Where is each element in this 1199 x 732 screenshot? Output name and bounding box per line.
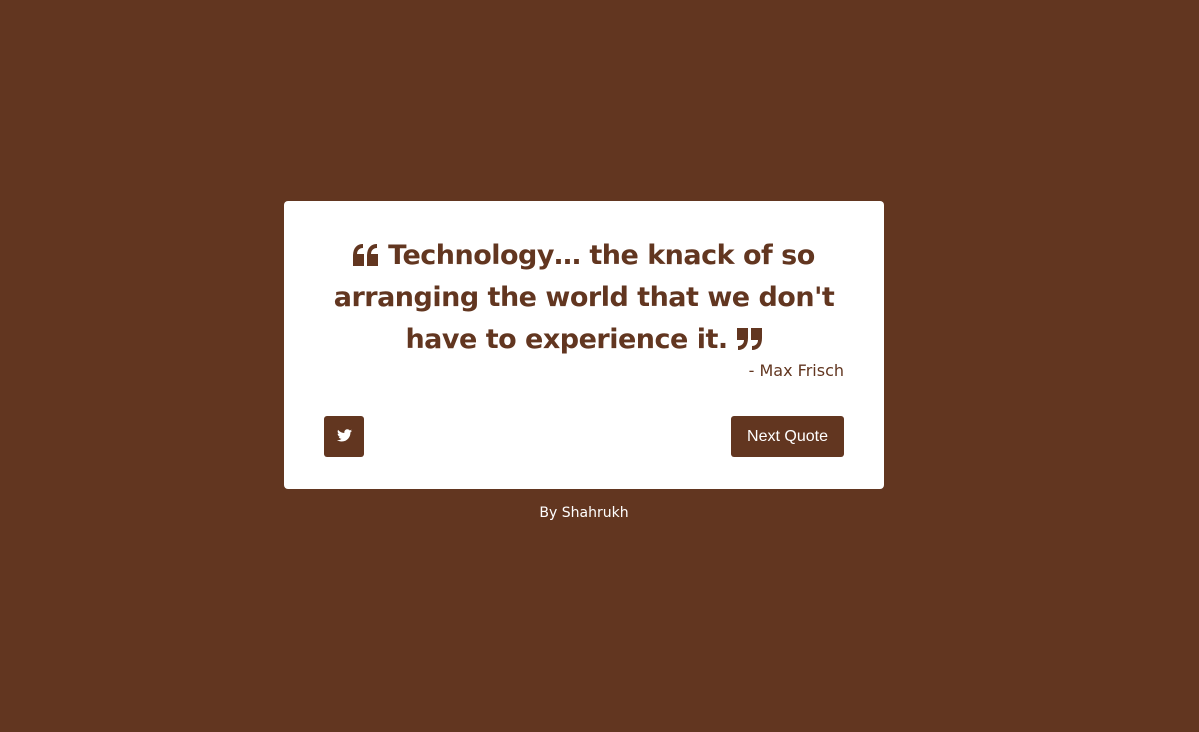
twitter-icon	[336, 427, 352, 446]
quote-box: Technology… the knack of so arranging th…	[284, 201, 884, 489]
footer-credit: By Shahrukh	[539, 505, 629, 521]
quote-right-icon	[736, 328, 763, 350]
quote-text-block: Technology… the knack of so arranging th…	[324, 235, 844, 361]
quote-author: - Max Frisch	[748, 361, 844, 380]
next-quote-button[interactable]: Next Quote	[731, 416, 844, 457]
quote-left-icon	[353, 244, 379, 266]
tweet-button[interactable]	[324, 416, 364, 457]
